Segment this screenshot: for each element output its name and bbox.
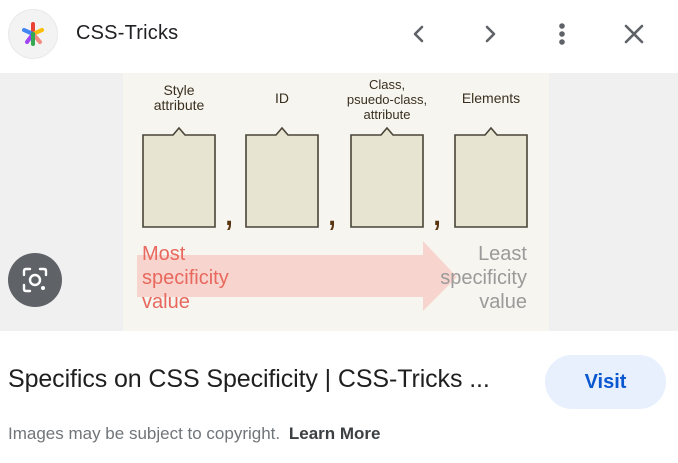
header-bar: CSS-Tricks: [0, 0, 678, 68]
specificity-box: [142, 126, 216, 228]
more-vert-icon: [559, 23, 565, 45]
column-label: ID: [275, 90, 289, 106]
comma-separator: ,: [431, 190, 442, 234]
specificity-diagram: Styleattribute,ID,Class,psuedo-class,att…: [137, 77, 528, 313]
preview-image[interactable]: Style attribute, ID, Class, psuedo-class, att…: [123, 73, 549, 331]
column-label: attribute: [154, 97, 205, 113]
result-title[interactable]: Specifics on CSS Specificity | CSS-Trick…: [8, 365, 490, 394]
least-specificity-text: value: [479, 291, 527, 313]
column-label: Class,: [369, 77, 405, 92]
asterisk-logo-icon: [22, 22, 44, 46]
copyright-text: Images may be subject to copyright.: [8, 424, 281, 443]
close-button[interactable]: [614, 14, 654, 54]
close-icon: [624, 24, 644, 44]
copyright-notice: Images may be subject to copyright. Lear…: [8, 424, 381, 444]
chevron-right-icon: [485, 25, 496, 43]
comma-separator: ,: [223, 190, 234, 234]
chevron-left-icon: [413, 25, 424, 43]
specificity-box: [350, 126, 424, 228]
specificity-box: [245, 126, 319, 228]
column-label: attribute: [364, 107, 411, 122]
lens-search-button[interactable]: [8, 253, 62, 307]
most-specificity-text: value: [142, 291, 190, 313]
google-lens-icon: [22, 267, 48, 293]
specificity-box: [454, 126, 528, 228]
site-logo[interactable]: [8, 9, 58, 59]
column-label: psuedo-class,: [347, 92, 427, 107]
column-label: Style: [163, 82, 194, 98]
image-preview-area: Style attribute, ID, Class, psuedo-class, att…: [0, 73, 678, 331]
column-label: Elements: [462, 90, 520, 106]
comma-separator: ,: [326, 190, 337, 234]
site-name[interactable]: CSS-Tricks: [76, 22, 178, 45]
most-specificity-text: Most: [142, 243, 186, 265]
least-specificity-text: Least: [478, 243, 527, 265]
visit-button[interactable]: Visit: [545, 355, 666, 409]
most-specificity-text: specificity: [142, 267, 229, 289]
previous-button[interactable]: [399, 14, 439, 54]
learn-more-link[interactable]: Learn More: [289, 424, 381, 443]
next-button[interactable]: [470, 14, 510, 54]
more-options-button[interactable]: [542, 14, 582, 54]
least-specificity-text: specificity: [440, 267, 527, 289]
